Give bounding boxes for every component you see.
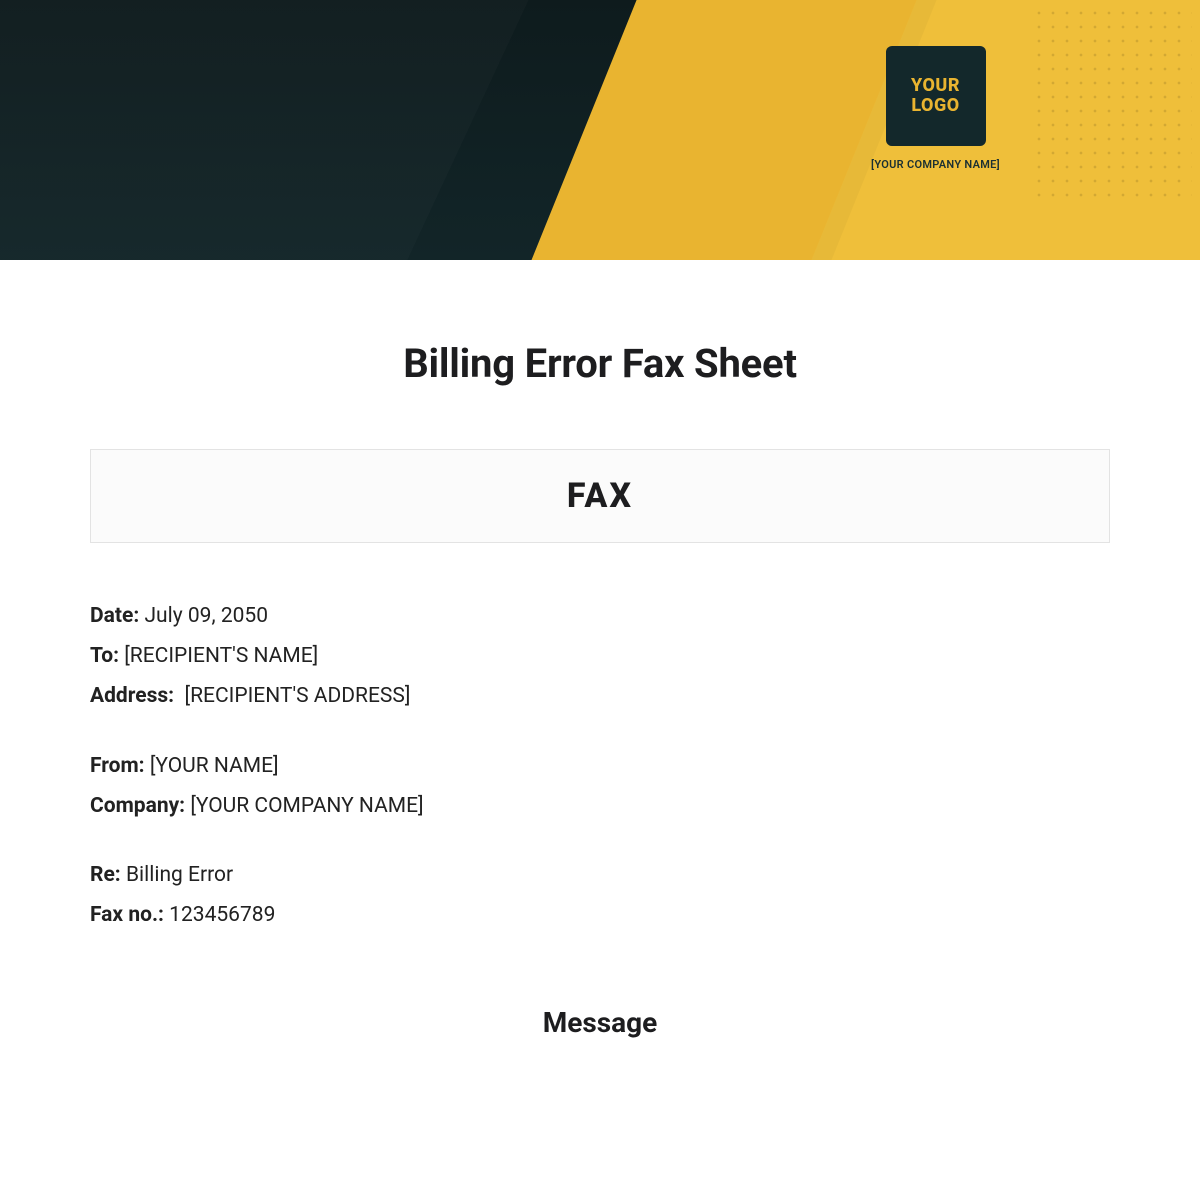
faxno-label: Fax no.: xyxy=(90,903,164,927)
re-value: Billing Error xyxy=(126,863,233,887)
field-date: Date: July 09, 2050 xyxy=(90,597,1110,637)
message-section-heading: Message xyxy=(90,1006,1110,1039)
date-value: July 09, 2050 xyxy=(144,604,268,628)
company-label: Company: xyxy=(90,794,185,818)
subject-group: Re: Billing Error Fax no.: 123456789 xyxy=(90,856,1110,936)
field-address: Address: [RECIPIENT'S ADDRESS] xyxy=(90,677,1110,717)
re-label: Re: xyxy=(90,863,121,887)
company-name-placeholder: [YOUR COMPANY NAME] xyxy=(871,158,1000,171)
faxno-value: 123456789 xyxy=(169,903,275,927)
field-faxno: Fax no.: 123456789 xyxy=(90,896,1110,936)
field-company: Company: [YOUR COMPANY NAME] xyxy=(90,787,1110,827)
to-value: [RECIPIENT'S NAME] xyxy=(124,644,318,668)
document-title: Billing Error Fax Sheet xyxy=(90,340,1110,387)
field-from: From: [YOUR NAME] xyxy=(90,747,1110,787)
header-banner: YOUR LOGO [YOUR COMPANY NAME] xyxy=(0,0,1200,260)
fax-heading: FAX xyxy=(567,476,633,516)
address-value: [RECIPIENT'S ADDRESS] xyxy=(185,684,411,708)
from-value: [YOUR NAME] xyxy=(150,754,279,778)
field-re: Re: Billing Error xyxy=(90,856,1110,896)
address-label: Address: xyxy=(90,684,174,708)
recipient-group: Date: July 09, 2050 To: [RECIPIENT'S NAM… xyxy=(90,597,1110,717)
sender-group: From: [YOUR NAME] Company: [YOUR COMPANY… xyxy=(90,747,1110,827)
document-body: Billing Error Fax Sheet FAX Date: July 0… xyxy=(0,260,1200,1039)
date-label: Date: xyxy=(90,604,139,628)
logo-placeholder: YOUR LOGO xyxy=(886,46,986,146)
fax-fields: Date: July 09, 2050 To: [RECIPIENT'S NAM… xyxy=(90,597,1110,936)
logo-block: YOUR LOGO [YOUR COMPANY NAME] xyxy=(871,46,1000,171)
logo-text: YOUR LOGO xyxy=(886,76,986,116)
dot-pattern xyxy=(1032,6,1192,206)
fax-heading-box: FAX xyxy=(90,449,1110,543)
from-label: From: xyxy=(90,754,145,778)
field-to: To: [RECIPIENT'S NAME] xyxy=(90,637,1110,677)
to-label: To: xyxy=(90,644,119,668)
company-value: [YOUR COMPANY NAME] xyxy=(190,794,423,818)
